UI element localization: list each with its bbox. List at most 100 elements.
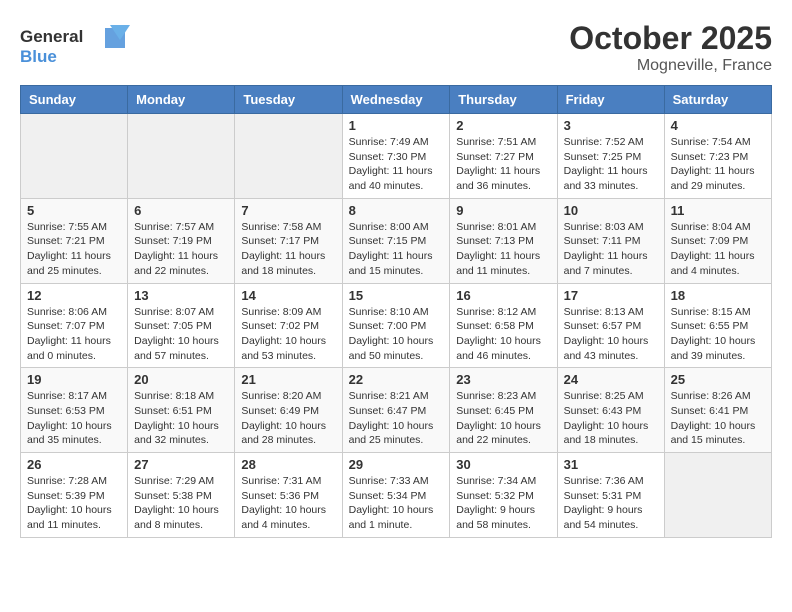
location-title: Mogneville, France: [569, 57, 772, 75]
title-block: October 2025 Mogneville, France: [569, 20, 772, 75]
calendar-cell: 21Sunrise: 8:20 AM Sunset: 6:49 PM Dayli…: [235, 368, 342, 453]
calendar-cell: 5 Sunrise: 7:55 AM Sunset: 7:21 PM Daylig…: [21, 198, 128, 283]
day-info: Sunrise: 7:57 AM Sunset: 7:19 PM Dayligh…: [134, 220, 228, 279]
day-number: 16: [456, 288, 550, 303]
day-info: Sunrise: 7:29 AM Sunset: 5:38 PM Dayligh…: [134, 474, 228, 533]
calendar-cell: 19 Sunrise: 8:17 AM Sunset: 6:53 PM Dayli…: [21, 368, 128, 453]
day-number: 24: [564, 372, 658, 387]
calendar-cell: 1 Sunrise: 7:49 AM Sunset: 7:30 PM Daylig…: [342, 114, 450, 199]
day-number: 12: [27, 288, 121, 303]
logo: General Blue: [20, 20, 130, 75]
day-info: Sunrise: 8:18 AM Sunset: 6:51 PM Dayligh…: [134, 389, 228, 448]
day-info: Sunrise: 7:36 AM Sunset: 5:31 PM Dayligh…: [564, 474, 658, 533]
day-number: 18: [671, 288, 765, 303]
calendar-cell: 9Sunrise: 8:01 AM Sunset: 7:13 PM Daylig…: [450, 198, 557, 283]
day-number: 19: [27, 372, 121, 387]
day-number: 7: [241, 203, 335, 218]
calendar-week-row: 12 Sunrise: 8:06 AM Sunset: 7:07 PM Dayli…: [21, 283, 772, 368]
day-number: 8: [349, 203, 444, 218]
day-number: 4: [671, 118, 765, 133]
calendar-cell: 16 Sunrise: 8:12 AM Sunset: 6:58 PM Dayli…: [450, 283, 557, 368]
calendar-cell: 3 Sunrise: 7:52 AM Sunset: 7:25 PM Daylig…: [557, 114, 664, 199]
day-number: 27: [134, 457, 228, 472]
day-info: Sunrise: 8:23 AM Sunset: 6:45 PM Dayligh…: [456, 389, 550, 448]
day-number: 3: [564, 118, 658, 133]
day-number: 6: [134, 203, 228, 218]
calendar-week-row: 19 Sunrise: 8:17 AM Sunset: 6:53 PM Dayli…: [21, 368, 772, 453]
day-number: 20: [134, 372, 228, 387]
day-info: Sunrise: 7:33 AM Sunset: 5:34 PM Dayligh…: [349, 474, 444, 533]
calendar-week-row: 26 Sunrise: 7:28 AM Sunset: 5:39 PM Dayli…: [21, 453, 772, 538]
month-title: October 2025: [569, 20, 772, 57]
day-number: 5: [27, 203, 121, 218]
day-info: Sunrise: 8:12 AM Sunset: 6:58 PM Dayligh…: [456, 305, 550, 364]
day-info: Sunrise: 8:25 AM Sunset: 6:43 PM Dayligh…: [564, 389, 658, 448]
calendar-week-row: 1 Sunrise: 7:49 AM Sunset: 7:30 PM Daylig…: [21, 114, 772, 199]
day-number: 31: [564, 457, 658, 472]
day-number: 11: [671, 203, 765, 218]
calendar-cell: [235, 114, 342, 199]
calendar-cell: 25 Sunrise: 8:26 AM Sunset: 6:41 PM Dayli…: [664, 368, 771, 453]
weekday-header-saturday: Saturday: [664, 86, 771, 114]
svg-text:Blue: Blue: [20, 47, 57, 66]
calendar-cell: 31 Sunrise: 7:36 AM Sunset: 5:31 PM Dayli…: [557, 453, 664, 538]
weekday-header-sunday: Sunday: [21, 86, 128, 114]
day-info: Sunrise: 8:04 AM Sunset: 7:09 PM Dayligh…: [671, 220, 765, 279]
weekday-header-row: SundayMondayTuesdayWednesdayThursdayFrid…: [21, 86, 772, 114]
weekday-header-tuesday: Tuesday: [235, 86, 342, 114]
day-info: Sunrise: 8:15 AM Sunset: 6:55 PM Dayligh…: [671, 305, 765, 364]
calendar-cell: 12 Sunrise: 8:06 AM Sunset: 7:07 PM Dayli…: [21, 283, 128, 368]
calendar-cell: 6 Sunrise: 7:57 AM Sunset: 7:19 PM Daylig…: [128, 198, 235, 283]
calendar-cell: 10 Sunrise: 8:03 AM Sunset: 7:11 PM Dayli…: [557, 198, 664, 283]
calendar-cell: 14 Sunrise: 8:09 AM Sunset: 7:02 PM Dayli…: [235, 283, 342, 368]
day-info: Sunrise: 8:03 AM Sunset: 7:11 PM Dayligh…: [564, 220, 658, 279]
calendar-cell: 24 Sunrise: 8:25 AM Sunset: 6:43 PM Dayli…: [557, 368, 664, 453]
weekday-header-thursday: Thursday: [450, 86, 557, 114]
day-info: Sunrise: 8:10 AM Sunset: 7:00 PM Dayligh…: [349, 305, 444, 364]
weekday-header-wednesday: Wednesday: [342, 86, 450, 114]
day-info: Sunrise: 7:31 AM Sunset: 5:36 PM Dayligh…: [241, 474, 335, 533]
calendar-cell: 8Sunrise: 8:00 AM Sunset: 7:15 PM Daylig…: [342, 198, 450, 283]
calendar-cell: 30Sunrise: 7:34 AM Sunset: 5:32 PM Dayli…: [450, 453, 557, 538]
calendar-cell: 26 Sunrise: 7:28 AM Sunset: 5:39 PM Dayli…: [21, 453, 128, 538]
day-info: Sunrise: 7:55 AM Sunset: 7:21 PM Dayligh…: [27, 220, 121, 279]
day-info: Sunrise: 7:28 AM Sunset: 5:39 PM Dayligh…: [27, 474, 121, 533]
calendar-cell: 11 Sunrise: 8:04 AM Sunset: 7:09 PM Dayli…: [664, 198, 771, 283]
page-header: General Blue October 2025 Mogneville, Fr…: [20, 20, 772, 75]
logo-wordmark: General Blue: [20, 20, 130, 75]
day-info: Sunrise: 7:54 AM Sunset: 7:23 PM Dayligh…: [671, 135, 765, 194]
day-info: Sunrise: 8:09 AM Sunset: 7:02 PM Dayligh…: [241, 305, 335, 364]
day-info: Sunrise: 8:20 AM Sunset: 6:49 PM Dayligh…: [241, 389, 335, 448]
calendar-cell: 17Sunrise: 8:13 AM Sunset: 6:57 PM Dayli…: [557, 283, 664, 368]
day-info: Sunrise: 7:49 AM Sunset: 7:30 PM Dayligh…: [349, 135, 444, 194]
calendar-cell: 4 Sunrise: 7:54 AM Sunset: 7:23 PM Daylig…: [664, 114, 771, 199]
calendar-cell: [21, 114, 128, 199]
day-number: 23: [456, 372, 550, 387]
day-number: 15: [349, 288, 444, 303]
day-info: Sunrise: 8:06 AM Sunset: 7:07 PM Dayligh…: [27, 305, 121, 364]
calendar-week-row: 5 Sunrise: 7:55 AM Sunset: 7:21 PM Daylig…: [21, 198, 772, 283]
day-number: 25: [671, 372, 765, 387]
day-number: 28: [241, 457, 335, 472]
day-number: 29: [349, 457, 444, 472]
day-number: 30: [456, 457, 550, 472]
day-number: 10: [564, 203, 658, 218]
calendar-cell: 22Sunrise: 8:21 AM Sunset: 6:47 PM Dayli…: [342, 368, 450, 453]
weekday-header-friday: Friday: [557, 86, 664, 114]
day-number: 26: [27, 457, 121, 472]
day-info: Sunrise: 7:52 AM Sunset: 7:25 PM Dayligh…: [564, 135, 658, 194]
day-info: Sunrise: 8:17 AM Sunset: 6:53 PM Dayligh…: [27, 389, 121, 448]
calendar-cell: [128, 114, 235, 199]
calendar-cell: 18 Sunrise: 8:15 AM Sunset: 6:55 PM Dayli…: [664, 283, 771, 368]
day-info: Sunrise: 8:26 AM Sunset: 6:41 PM Dayligh…: [671, 389, 765, 448]
day-info: Sunrise: 7:51 AM Sunset: 7:27 PM Dayligh…: [456, 135, 550, 194]
calendar-cell: 20 Sunrise: 8:18 AM Sunset: 6:51 PM Dayli…: [128, 368, 235, 453]
day-number: 17: [564, 288, 658, 303]
day-number: 14: [241, 288, 335, 303]
calendar-cell: 29 Sunrise: 7:33 AM Sunset: 5:34 PM Dayli…: [342, 453, 450, 538]
calendar-table: SundayMondayTuesdayWednesdayThursdayFrid…: [20, 85, 772, 538]
weekday-header-monday: Monday: [128, 86, 235, 114]
calendar-cell: [664, 453, 771, 538]
day-number: 1: [349, 118, 444, 133]
day-number: 2: [456, 118, 550, 133]
